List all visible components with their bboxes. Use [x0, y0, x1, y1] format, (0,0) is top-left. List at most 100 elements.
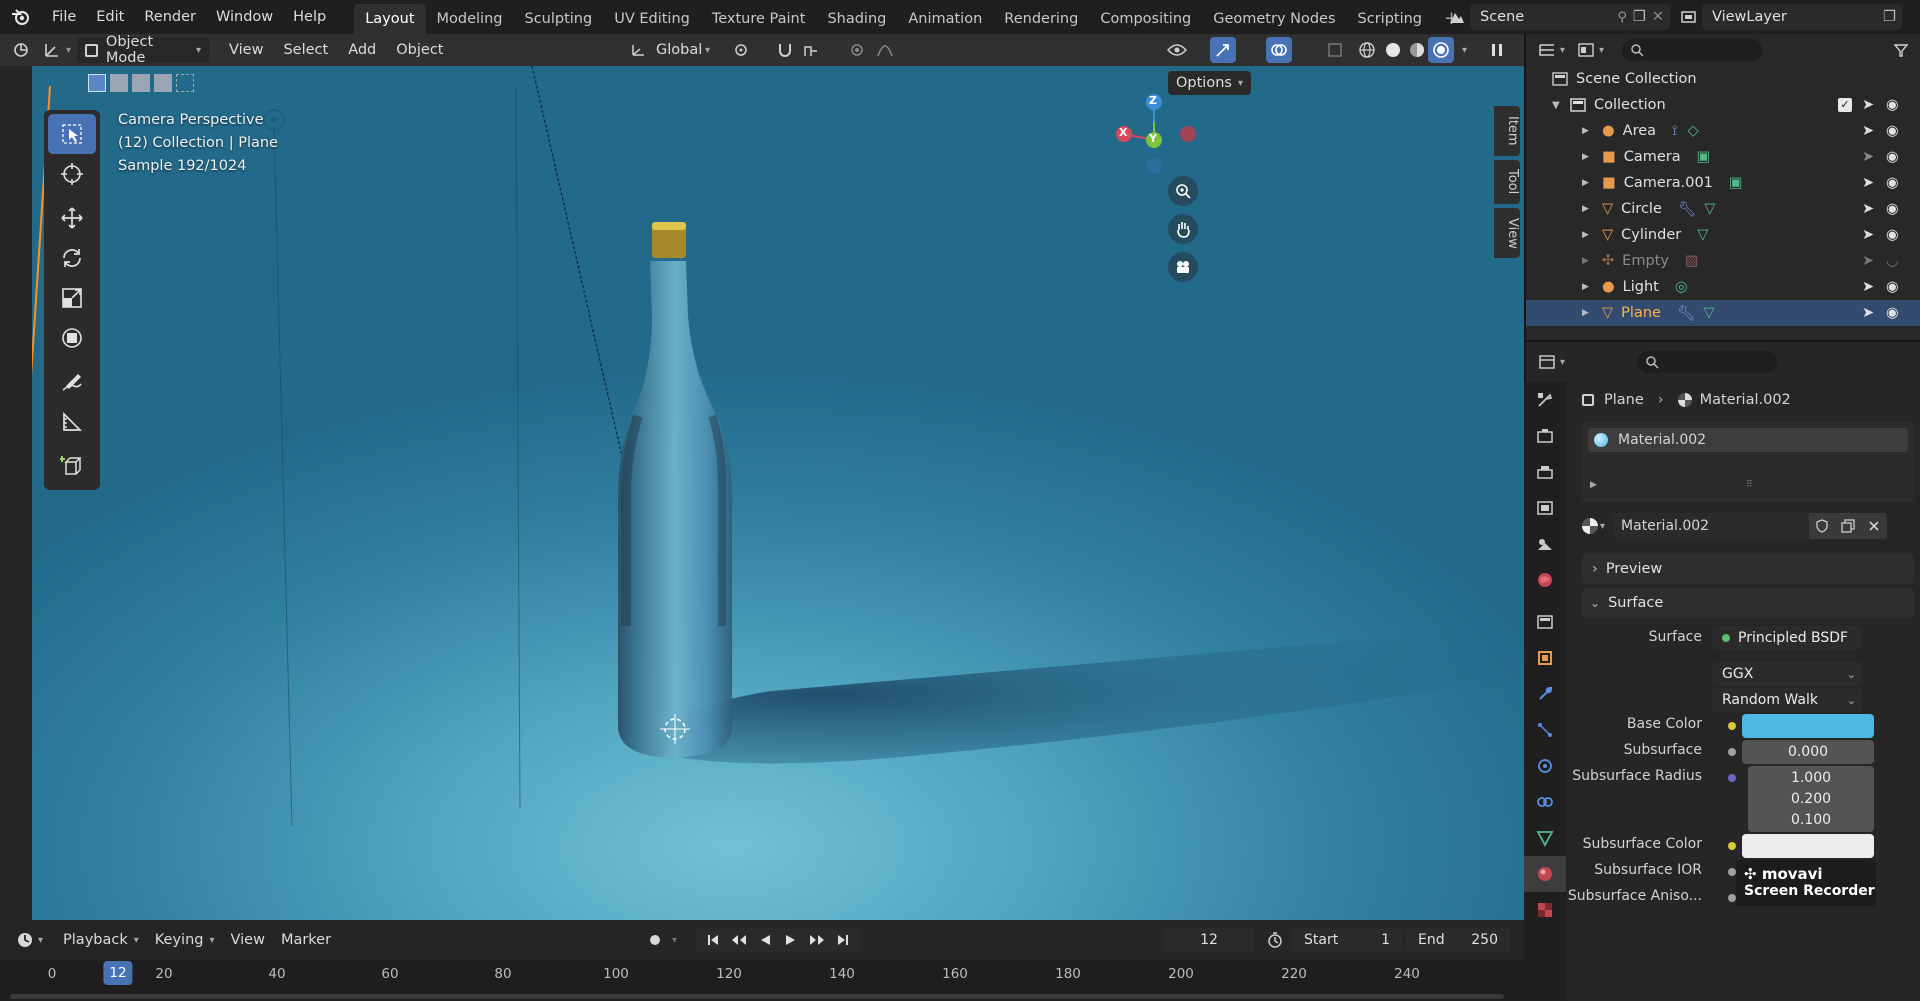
selectable-icon[interactable]: ➤	[1862, 149, 1874, 165]
expand-right-icon[interactable]: ▶	[1582, 230, 1596, 240]
vector-socket-dot[interactable]	[1728, 774, 1736, 782]
expand-right-icon[interactable]: ▶	[1582, 282, 1596, 292]
menu-select[interactable]: Select	[275, 37, 336, 63]
data-tab-icon[interactable]	[1524, 820, 1566, 856]
outliner-item-camera-001[interactable]: ▶ ■ Camera.001 ▣ ➤ ◉	[1526, 170, 1920, 196]
tab-shading[interactable]: Shading	[816, 4, 897, 34]
subsurface-color-swatch[interactable]	[1742, 834, 1874, 858]
view-layer-field[interactable]: ViewLayer ❐	[1702, 4, 1902, 30]
orientation-selector[interactable]: Global ▾	[622, 37, 718, 63]
duplicate-material-icon[interactable]	[1835, 513, 1862, 539]
menu-help[interactable]: Help	[283, 0, 336, 34]
expand-right-icon[interactable]: ▶	[1590, 480, 1597, 490]
scene-field[interactable]: Scene ⚲ ❐ ✕	[1470, 4, 1670, 30]
tab-view[interactable]: View	[1494, 208, 1520, 258]
surface-panel-header[interactable]: ⌄ Surface	[1582, 588, 1914, 618]
expand-right-icon[interactable]: ▶	[1582, 256, 1596, 266]
selectable-icon[interactable]: ➤	[1862, 97, 1874, 113]
eye-icon[interactable]: ◉	[1886, 227, 1899, 243]
overlay-toggle-icon[interactable]	[1266, 37, 1292, 63]
timeline-scrollbar[interactable]	[10, 994, 1504, 999]
object-tab-icon[interactable]	[1524, 640, 1566, 676]
solid-shading-icon[interactable]	[1380, 37, 1406, 63]
selectable-icon[interactable]: ➤	[1862, 253, 1874, 269]
selectable-icon[interactable]: ➤	[1862, 175, 1874, 191]
menu-add[interactable]: Add	[340, 37, 384, 63]
play-reverse-icon[interactable]	[752, 927, 778, 953]
zoom-icon[interactable]	[1168, 176, 1198, 206]
float-socket-dot[interactable]	[1728, 868, 1736, 876]
menu-timeline-view[interactable]: View	[223, 927, 273, 953]
menu-playback[interactable]: Playback ▾	[55, 927, 147, 953]
expand-right-icon[interactable]: ▶	[1582, 126, 1596, 136]
material-tab-icon[interactable]	[1524, 856, 1566, 892]
tab-geometry-nodes[interactable]: Geometry Nodes	[1202, 4, 1346, 34]
selectable-icon[interactable]: ➤	[1862, 227, 1874, 243]
outliner-editor-icon[interactable]	[1534, 37, 1560, 63]
rotate-tool-icon[interactable]	[48, 238, 96, 278]
menu-object[interactable]: Object	[388, 37, 451, 63]
tab-sculpting[interactable]: Sculpting	[513, 4, 603, 34]
material-slot-row[interactable]: Material.002	[1588, 428, 1908, 452]
tool-settings-tab-icon[interactable]	[1524, 382, 1566, 418]
eye-icon[interactable]: ◉	[1886, 175, 1899, 191]
select-intersect-icon[interactable]	[176, 74, 194, 92]
scene-tab-icon[interactable]	[1524, 526, 1566, 562]
outliner-collection[interactable]: ▼ Collection ✓ ➤ ◉	[1526, 92, 1920, 118]
surface-shader-field[interactable]: Principled BSDF	[1712, 626, 1862, 650]
display-mode-icon[interactable]	[1573, 37, 1599, 63]
wireframe-shading-icon[interactable]	[1354, 37, 1380, 63]
subsurface-radius-z[interactable]: 0.100	[1748, 808, 1874, 832]
subsurface-field[interactable]: 0.000	[1742, 740, 1874, 764]
scene-icon[interactable]	[1444, 4, 1470, 30]
outliner-item-cylinder[interactable]: ▶ ▽ Cylinder ▽ ➤ ◉	[1526, 222, 1920, 248]
snap-target-icon[interactable]	[798, 37, 824, 63]
eye-closed-icon[interactable]: ◡	[1886, 253, 1899, 269]
eye-icon[interactable]: ◉	[1886, 123, 1899, 139]
constraints-tab-icon[interactable]	[1524, 784, 1566, 820]
unlink-material-icon[interactable]	[1861, 513, 1888, 539]
outliner-scene-collection[interactable]: Scene Collection	[1526, 66, 1920, 92]
annotate-tool-icon[interactable]	[48, 362, 96, 402]
expand-right-icon[interactable]: ▶	[1582, 152, 1596, 162]
outliner-search-input[interactable]	[1622, 39, 1763, 61]
fake-user-shield-icon[interactable]	[1809, 513, 1836, 539]
tab-texture-paint[interactable]: Texture Paint	[701, 4, 817, 34]
eye-icon[interactable]: ◉	[1886, 279, 1899, 295]
selectable-icon[interactable]: ➤	[1862, 201, 1874, 217]
outliner-item-camera[interactable]: ▶ ■ Camera ▣ ➤ ◉	[1526, 144, 1920, 170]
jump-end-icon[interactable]	[830, 927, 856, 953]
world-tab-icon[interactable]	[1524, 562, 1566, 598]
expand-down-icon[interactable]: ▼	[1552, 100, 1566, 111]
snap-icon[interactable]	[772, 37, 798, 63]
selectable-icon[interactable]: ➤	[1862, 279, 1874, 295]
prev-keyframe-icon[interactable]	[726, 927, 752, 953]
selectable-icon[interactable]: ➤	[1862, 123, 1874, 139]
view-layer-icon[interactable]	[1676, 4, 1702, 30]
render-tab-icon[interactable]	[1524, 418, 1566, 454]
playhead[interactable]: 12	[103, 961, 133, 985]
distribution-select[interactable]: GGX ⌄	[1712, 662, 1862, 686]
navigation-gizmo[interactable]: Z X Y	[1110, 88, 1220, 198]
close-icon[interactable]: ✕	[1652, 9, 1664, 25]
rendered-shading-icon[interactable]	[1428, 37, 1454, 63]
timeline-editor-icon[interactable]	[12, 927, 38, 953]
transform-pivot-icon[interactable]	[40, 37, 66, 63]
jump-start-icon[interactable]	[700, 927, 726, 953]
menu-window[interactable]: Window	[206, 0, 283, 34]
start-frame-field[interactable]: Start 1	[1292, 927, 1402, 953]
preview-range-icon[interactable]	[1262, 927, 1288, 953]
transform-tool-icon[interactable]	[48, 318, 96, 358]
expand-right-icon[interactable]: ▶	[1582, 308, 1596, 318]
eye-icon[interactable]: ◉	[1886, 97, 1899, 113]
texture-tab-icon[interactable]	[1524, 892, 1566, 928]
chevron-down-icon[interactable]: ▾	[1462, 45, 1467, 56]
menu-edit[interactable]: Edit	[86, 0, 134, 34]
tab-rendering[interactable]: Rendering	[993, 4, 1089, 34]
pin-icon[interactable]: ⚲	[1617, 10, 1627, 25]
view-layer-tab-icon[interactable]	[1524, 490, 1566, 526]
eye-icon[interactable]: ◉	[1886, 201, 1899, 217]
browse-material-icon[interactable]	[1582, 518, 1598, 534]
select-box-tool-icon[interactable]	[48, 114, 96, 154]
pan-hand-icon[interactable]	[1168, 214, 1198, 244]
